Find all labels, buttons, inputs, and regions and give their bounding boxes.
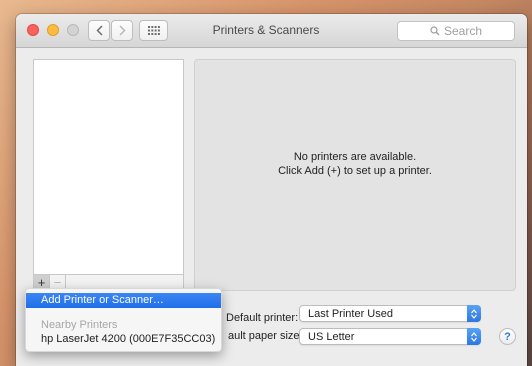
default-printer-value: Last Printer Used xyxy=(308,308,393,320)
default-printer-label: Default printer: xyxy=(226,312,299,324)
grid-icon xyxy=(147,26,160,35)
menu-item-nearby-printer[interactable]: hp LaserJet 4200 (000E7F35CC03) xyxy=(41,333,215,345)
help-button[interactable]: ? xyxy=(499,328,516,345)
search-placeholder: Search xyxy=(443,24,483,38)
close-window-button[interactable] xyxy=(27,24,39,36)
menu-item-add-printer-or-scanner[interactable]: Add Printer or Scanner… xyxy=(26,293,221,308)
search-field[interactable]: Search xyxy=(397,21,515,41)
default-printer-select[interactable]: Last Printer Used xyxy=(299,305,481,322)
zoom-window-button[interactable] xyxy=(67,24,79,36)
forward-button[interactable] xyxy=(111,20,133,41)
chevron-right-icon xyxy=(118,25,126,36)
back-button[interactable] xyxy=(88,20,110,41)
stepper-arrows-icon xyxy=(467,328,481,345)
show-all-button[interactable] xyxy=(139,20,168,41)
menu-section-nearby-printers: Nearby Printers xyxy=(41,319,118,331)
search-icon xyxy=(430,26,440,36)
add-printer-menu: Add Printer or Scanner… Nearby Printers … xyxy=(25,288,222,352)
paper-size-value: US Letter xyxy=(308,331,355,343)
window-title: Printers & Scanners xyxy=(212,23,320,37)
printer-detail-pane: No printers are available. Click Add (+)… xyxy=(194,59,516,291)
empty-state-line-2: Click Add (+) to set up a printer. xyxy=(278,165,432,177)
title-bar: Printers & Scanners Search xyxy=(16,14,527,48)
stepper-arrows-icon xyxy=(467,305,481,322)
empty-state-line-1: No printers are available. xyxy=(293,151,417,163)
empty-state-message: No printers are available. Click Add (+)… xyxy=(195,150,515,178)
chevron-left-icon xyxy=(95,25,103,36)
printer-list[interactable] xyxy=(33,59,184,275)
default-paper-size-select[interactable]: US Letter xyxy=(299,328,481,345)
default-paper-size-label: ault paper size: xyxy=(228,330,303,342)
minimize-window-button[interactable] xyxy=(47,24,59,36)
